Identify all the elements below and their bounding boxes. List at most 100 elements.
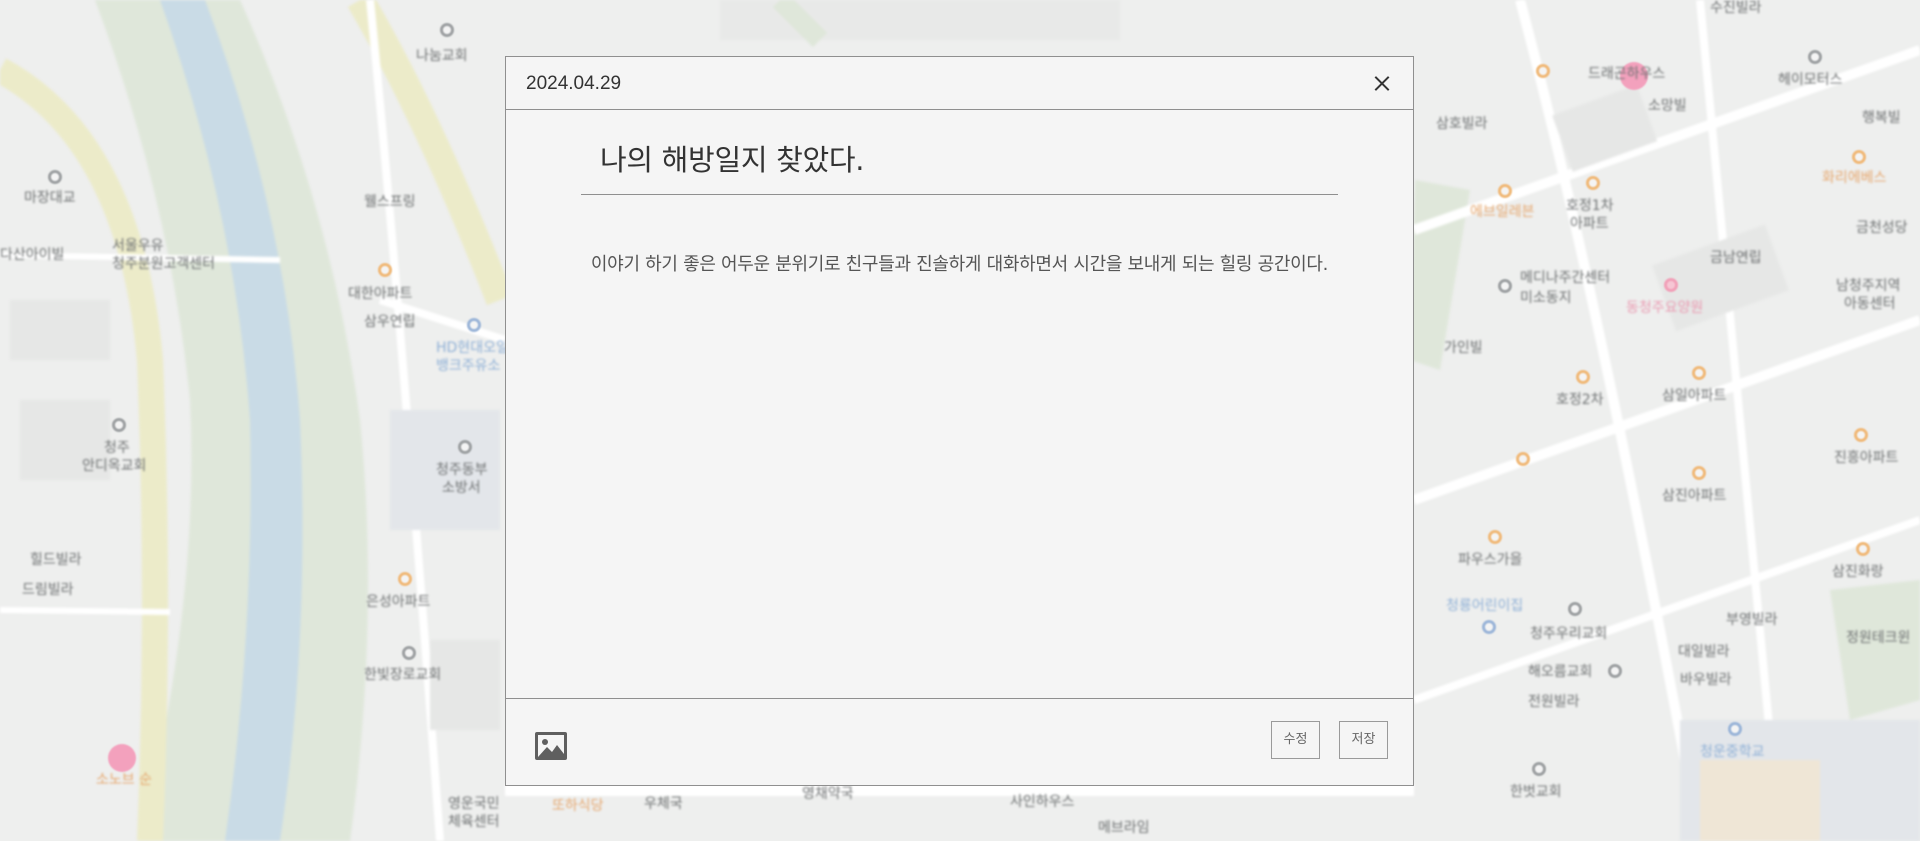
map-pin <box>1586 176 1600 190</box>
map-label: 다산아이빌 <box>0 247 65 263</box>
map-label: 동청주요양원 <box>1626 300 1704 316</box>
edit-button[interactable]: 수정 <box>1271 721 1320 759</box>
map-label: 바우빌라 <box>1680 672 1732 688</box>
map-label: 삼우연립 <box>364 314 416 330</box>
map-label: 에브일레븐 <box>1470 204 1535 220</box>
map-label: 대일빌라 <box>1678 644 1730 660</box>
map-label: 미소동지 <box>1520 290 1572 306</box>
map-label: 우체국 <box>644 796 683 812</box>
map-label: 메디나주간센터 <box>1520 270 1611 286</box>
map-pin <box>402 646 416 660</box>
map-pin <box>1854 428 1868 442</box>
map-label: 나눔교회 <box>416 48 468 64</box>
map-pin <box>1692 466 1706 480</box>
save-button[interactable]: 저장 <box>1339 721 1388 759</box>
map-pin <box>1692 366 1706 380</box>
map-label: 드래곤하우스 <box>1588 66 1666 82</box>
map-pin <box>1568 602 1582 616</box>
map-label: 영운국민 <box>448 796 500 812</box>
map-label: 한벗교회 <box>1510 784 1562 800</box>
map-pin <box>1664 278 1678 292</box>
map-label: 청운중학교 <box>1700 744 1765 760</box>
map-pin <box>1608 664 1622 678</box>
map-label: 메브라임 <box>1098 820 1150 836</box>
map-label: 힐드빌라 <box>30 552 82 568</box>
map-label: 서울우유 <box>112 238 164 254</box>
map-label: 호정1차 <box>1566 198 1614 214</box>
map-label: 아파트 <box>1570 216 1609 232</box>
modal-footer: 수정 저장 <box>506 698 1413 785</box>
map-label: 아동센터 <box>1844 296 1896 312</box>
map-label: 가인빌 <box>1444 340 1483 356</box>
map-pin <box>1576 370 1590 384</box>
map-pin <box>1856 542 1870 556</box>
map-pin <box>1808 50 1822 64</box>
map-pin <box>1536 64 1550 78</box>
map-label: 청주분원고객센터 <box>112 256 216 272</box>
close-icon[interactable] <box>1369 70 1395 96</box>
entry-date: 2024.04.29 <box>526 73 622 94</box>
map-label: 금천성당 <box>1856 220 1908 236</box>
map-label: 소노브 순 <box>96 772 152 788</box>
map-label: 화리에베스 <box>1822 170 1887 186</box>
map-label: 금남연립 <box>1710 250 1762 266</box>
map-pin <box>467 318 481 332</box>
map-label: 청주동부 <box>436 462 488 478</box>
map-label: 소방서 <box>442 480 481 496</box>
map-label: 정원테크윈 <box>1846 630 1911 646</box>
map-label: 체육센터 <box>448 814 500 830</box>
map-label: 안디옥교회 <box>82 458 147 474</box>
map-label: 소망빌 <box>1648 98 1687 114</box>
map-pin <box>1482 620 1496 634</box>
map-label: 행복빌 <box>1862 110 1901 126</box>
map-label: 청주 <box>104 440 130 456</box>
map-label: 호정2차 <box>1556 392 1604 408</box>
map-label: 삼일아파트 <box>1662 388 1727 404</box>
map-label: 마장대교 <box>24 190 76 206</box>
modal-header: 2024.04.29 <box>506 57 1413 110</box>
map-label: 한빛장로교회 <box>364 667 442 683</box>
map-label: 헤이모터스 <box>1778 72 1843 88</box>
map-label: 또하식당 <box>552 798 604 814</box>
map-pin <box>1728 722 1742 736</box>
entry-title: 나의 해방일지 찾았다. <box>600 143 865 177</box>
map-label: 뱅크주유소 <box>436 358 501 374</box>
image-icon-graphic <box>535 732 567 760</box>
map-label: 수진빌라 <box>1710 0 1762 16</box>
map-pin <box>378 263 392 277</box>
map-label: 해오름교회 <box>1528 664 1593 680</box>
entry-body: 이야기 하기 좋은 어두운 분위기로 친구들과 진솔하게 대화하면서 시간을 보… <box>590 254 1329 275</box>
map-label: 영채약국 <box>802 786 854 802</box>
map-label: 청룡어린이집 <box>1446 598 1524 614</box>
map-pin <box>458 440 472 454</box>
map-label: 남청주지역 <box>1836 278 1901 294</box>
map-label: 삼호빌라 <box>1436 116 1488 132</box>
map-pin <box>1852 150 1866 164</box>
map-heart-pin <box>108 744 136 772</box>
map-label: 청주우리교회 <box>1530 626 1608 642</box>
map-label: 사인하우스 <box>1010 794 1075 810</box>
map-pin <box>1498 279 1512 293</box>
map-pin <box>1498 184 1512 198</box>
map-label: 드림빌라 <box>22 582 74 598</box>
map-label: 부영빌라 <box>1726 612 1778 628</box>
map-label: 삼진아파트 <box>1662 488 1727 504</box>
map-label: 진흥아파트 <box>1834 450 1899 466</box>
map-pin <box>1516 452 1530 466</box>
map-label: 대한아파트 <box>348 286 413 302</box>
map-label: 파우스가을 <box>1458 552 1523 568</box>
map-pin <box>48 170 62 184</box>
map-label: 웰스프링 <box>364 194 416 210</box>
map-pin <box>398 572 412 586</box>
map-label: 삼진화랑 <box>1832 564 1884 580</box>
map-pin <box>1488 530 1502 544</box>
title-field[interactable]: 나의 해방일지 찾았다. <box>581 137 1338 195</box>
image-icon[interactable] <box>535 732 567 760</box>
map-label: HD현대오일 <box>436 340 509 356</box>
map-label: 전원빌라 <box>1528 694 1580 710</box>
map-pin <box>1532 762 1546 776</box>
map-pin <box>112 418 126 432</box>
map-pin <box>440 23 454 37</box>
map-label: 은성아파트 <box>366 594 431 610</box>
diary-modal: 2024.04.29 나의 해방일지 찾았다. 이야기 하기 좋은 어두운 분위… <box>505 56 1414 786</box>
